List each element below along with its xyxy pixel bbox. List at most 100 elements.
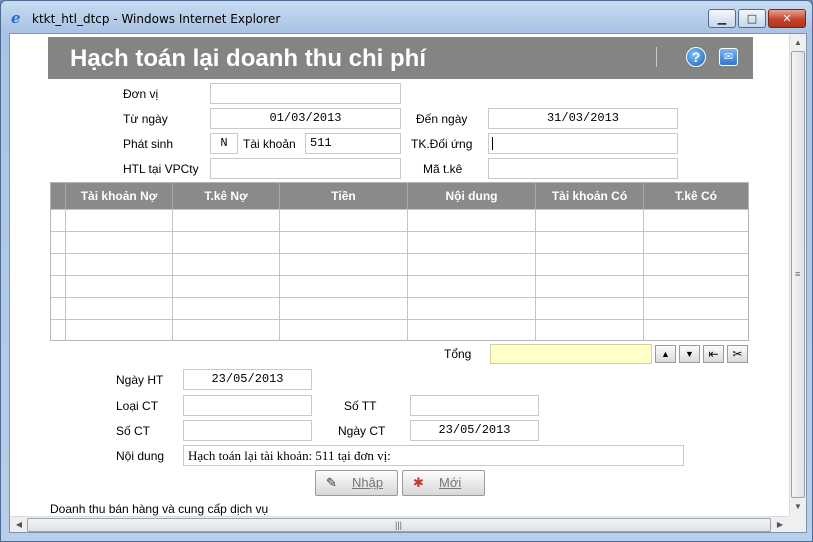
- table-cell[interactable]: [407, 320, 535, 341]
- col-noi-dung[interactable]: Nội dung: [407, 183, 535, 209]
- tk-doi-ung-field[interactable]: [488, 133, 678, 154]
- scroll-right-arrow-icon[interactable]: ▶: [772, 517, 788, 532]
- so-tt-label: Số TT: [344, 399, 377, 413]
- table-cell[interactable]: [643, 254, 748, 275]
- move-down-button[interactable]: ▼: [679, 345, 700, 363]
- table-cell[interactable]: [65, 232, 172, 253]
- table-row[interactable]: [51, 231, 748, 253]
- table-cell[interactable]: [407, 254, 535, 275]
- move-up-button[interactable]: ▲: [655, 345, 676, 363]
- row-selector[interactable]: [51, 210, 65, 231]
- loai-ct-field[interactable]: [183, 395, 312, 416]
- table-cell[interactable]: [279, 232, 407, 253]
- table-cell[interactable]: [407, 276, 535, 297]
- ngay-ht-field[interactable]: 23/05/2013: [183, 369, 312, 390]
- grid-header: Tài khoản Nợ T.kê Nợ Tiền Nội dung Tài k…: [51, 183, 748, 209]
- title-bar[interactable]: e ktkt_htl_dtcp - Windows Internet Explo…: [1, 1, 812, 33]
- table-cell[interactable]: [535, 254, 643, 275]
- ma-tke-field[interactable]: [488, 158, 678, 179]
- col-tke-co[interactable]: T.kê Có: [643, 183, 748, 209]
- den-ngay-field[interactable]: 31/03/2013: [488, 108, 678, 129]
- row-selector[interactable]: [51, 232, 65, 253]
- nhap-button[interactable]: ✎ Nhập: [315, 470, 398, 496]
- maximize-button[interactable]: □: [738, 9, 766, 28]
- help-icon[interactable]: ?: [686, 47, 706, 67]
- table-row[interactable]: [51, 209, 748, 231]
- table-cell[interactable]: [172, 232, 279, 253]
- table-cell[interactable]: [279, 298, 407, 319]
- table-cell[interactable]: [65, 276, 172, 297]
- horizontal-scrollbar[interactable]: ◀ ||| ▶: [10, 516, 789, 532]
- moi-button-label: Mới: [439, 475, 462, 490]
- close-button[interactable]: ✕: [768, 9, 806, 28]
- row-selector[interactable]: [51, 298, 65, 319]
- horizontal-scroll-thumb[interactable]: |||: [27, 518, 771, 532]
- table-cell[interactable]: [535, 232, 643, 253]
- cut-row-button[interactable]: ✂: [727, 345, 748, 363]
- table-cell[interactable]: [172, 276, 279, 297]
- tk-doi-ung-label: TK.Đối ứng: [411, 137, 473, 151]
- tong-value: [490, 344, 652, 364]
- noi-dung-field[interactable]: Hạch toán lại tài khoản: 511 tại đơn vị:: [183, 445, 684, 466]
- table-cell[interactable]: [279, 320, 407, 341]
- scrollbar-corner: [789, 516, 806, 532]
- table-cell[interactable]: [643, 232, 748, 253]
- table-row[interactable]: [51, 297, 748, 319]
- tai-khoan-field[interactable]: 511: [305, 133, 401, 154]
- row-selector[interactable]: [51, 254, 65, 275]
- table-cell[interactable]: [279, 276, 407, 297]
- table-cell[interactable]: [172, 320, 279, 341]
- row-selector[interactable]: [51, 320, 65, 341]
- col-tai-khoan-no[interactable]: Tài khoản Nợ: [65, 183, 172, 209]
- so-ct-field[interactable]: [183, 420, 312, 441]
- row-selector[interactable]: [51, 276, 65, 297]
- htl-vpcty-field[interactable]: [210, 158, 401, 179]
- table-row[interactable]: [51, 319, 748, 341]
- table-cell[interactable]: [65, 320, 172, 341]
- don-vi-label: Đơn vị: [123, 87, 159, 101]
- minimize-button[interactable]: ▁: [708, 9, 736, 28]
- table-cell[interactable]: [65, 210, 172, 231]
- table-cell[interactable]: [535, 210, 643, 231]
- table-row[interactable]: [51, 253, 748, 275]
- moi-button[interactable]: ✱ Mới: [402, 470, 485, 496]
- noi-dung-label: Nội dung: [116, 449, 165, 463]
- so-tt-field[interactable]: [410, 395, 539, 416]
- insert-row-button[interactable]: ⇤: [703, 345, 724, 363]
- table-cell[interactable]: [535, 320, 643, 341]
- table-cell[interactable]: [643, 276, 748, 297]
- table-cell[interactable]: [172, 254, 279, 275]
- tai-khoan-label: Tài khoản: [243, 137, 296, 151]
- table-row[interactable]: [51, 275, 748, 297]
- vertical-scrollbar[interactable]: ▲ ≡ ▼: [789, 34, 806, 516]
- header-divider: [656, 47, 657, 67]
- scroll-down-arrow-icon[interactable]: ▼: [790, 499, 806, 515]
- internet-explorer-icon: e: [11, 9, 21, 27]
- ngay-ct-field[interactable]: 23/05/2013: [410, 420, 539, 441]
- phat-sinh-field[interactable]: N: [210, 133, 238, 154]
- mail-icon[interactable]: ✉: [719, 48, 738, 66]
- col-tien[interactable]: Tiền: [279, 183, 407, 209]
- table-cell[interactable]: [535, 276, 643, 297]
- tu-ngay-field[interactable]: 01/03/2013: [210, 108, 401, 129]
- table-cell[interactable]: [65, 298, 172, 319]
- table-cell[interactable]: [172, 210, 279, 231]
- table-cell[interactable]: [279, 254, 407, 275]
- col-tke-no[interactable]: T.kê Nợ: [172, 183, 279, 209]
- don-vi-field[interactable]: [210, 83, 401, 104]
- scroll-left-arrow-icon[interactable]: ◀: [11, 517, 27, 532]
- table-cell[interactable]: [172, 298, 279, 319]
- table-cell[interactable]: [407, 298, 535, 319]
- table-cell[interactable]: [643, 298, 748, 319]
- scroll-up-arrow-icon[interactable]: ▲: [790, 35, 806, 51]
- table-cell[interactable]: [65, 254, 172, 275]
- col-tai-khoan-co[interactable]: Tài khoản Có: [535, 183, 643, 209]
- vertical-scroll-thumb[interactable]: ≡: [791, 51, 805, 498]
- table-cell[interactable]: [407, 210, 535, 231]
- table-cell[interactable]: [535, 298, 643, 319]
- table-cell[interactable]: [643, 210, 748, 231]
- table-cell[interactable]: [407, 232, 535, 253]
- table-cell[interactable]: [279, 210, 407, 231]
- ngay-ct-label: Ngày CT: [338, 424, 386, 438]
- table-cell[interactable]: [643, 320, 748, 341]
